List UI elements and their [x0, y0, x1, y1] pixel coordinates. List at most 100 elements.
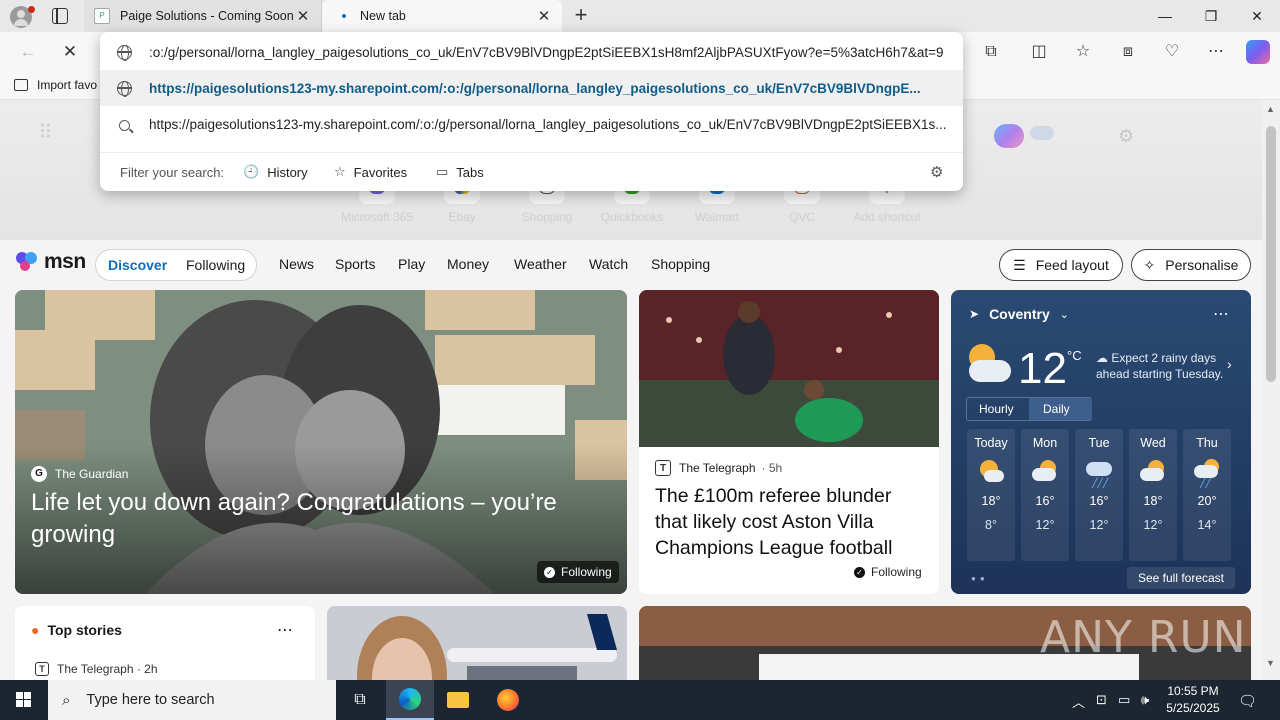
collections-icon[interactable]: ⧈: [1117, 41, 1139, 63]
network-icon[interactable]: ▭: [1118, 692, 1130, 708]
news-story-card[interactable]: T The Telegraph · 5h The £100m referee b…: [639, 290, 939, 594]
split-screen-icon[interactable]: ◫: [1028, 41, 1050, 63]
following-label: Following: [871, 565, 922, 579]
more-options-icon[interactable]: ⋯: [1213, 304, 1229, 324]
browser-essentials-icon[interactable]: ♡: [1161, 41, 1183, 63]
location-name: Coventry: [989, 306, 1050, 322]
tab-actions-icon[interactable]: [52, 8, 68, 24]
start-button[interactable]: [0, 680, 48, 720]
address-input-row[interactable]: :o:/g/personal/lorna_langley_paigesoluti…: [100, 34, 963, 70]
copilot-icon[interactable]: [1246, 40, 1270, 64]
tray-device-icon[interactable]: ⊡: [1096, 692, 1107, 708]
weather-location[interactable]: ➤ Coventry ⌄: [969, 306, 1069, 322]
copilot-badge-icon[interactable]: [994, 124, 1024, 148]
new-tab-button[interactable]: +: [570, 4, 592, 28]
firefox-icon: [497, 689, 519, 711]
check-icon: ✓: [854, 566, 865, 578]
partly-cloudy-icon: [1138, 456, 1168, 492]
day-low: 12°: [1035, 518, 1055, 532]
address-input[interactable]: :o:/g/personal/lorna_langley_paigesoluti…: [149, 45, 949, 60]
stop-loading-icon[interactable]: ✕: [58, 40, 82, 64]
nav-watch[interactable]: Watch: [589, 256, 628, 272]
page-settings-icon[interactable]: ⚙: [1118, 126, 1134, 147]
forecast-day-thu[interactable]: Thu ╱╱ 20° 14°: [1183, 429, 1231, 561]
filter-favorites[interactable]: ☆ Favorites: [334, 164, 407, 180]
tray-chevron-up-icon[interactable]: ︿: [1072, 692, 1085, 711]
app-launcher-icon[interactable]: ⠿: [38, 120, 53, 145]
nav-play[interactable]: Play: [398, 256, 425, 272]
tab-paige-solutions[interactable]: P Paige Solutions - Coming Soon ✕: [84, 0, 322, 32]
filter-tabs[interactable]: ▭ Tabs: [436, 164, 484, 180]
nav-weather[interactable]: Weather: [514, 256, 567, 272]
taskbar-clock[interactable]: 10:55 PM 5/25/2025: [1160, 683, 1226, 717]
hero-story-card[interactable]: G The Guardian Life let you down again? …: [15, 290, 627, 594]
tab-following[interactable]: Following: [186, 257, 245, 273]
address-bar-dropdown: :o:/g/personal/lorna_langley_paigesoluti…: [100, 32, 963, 191]
task-view-button[interactable]: ⧉: [336, 680, 384, 720]
back-arrow-icon[interactable]: ←: [16, 40, 40, 64]
volume-icon[interactable]: 🕪: [1141, 692, 1149, 708]
restore-button[interactable]: ❐: [1188, 0, 1234, 32]
page-scrollbar[interactable]: ▲ ▼: [1262, 100, 1280, 680]
taskbar-file-explorer[interactable]: [434, 680, 482, 720]
following-badge[interactable]: ✓ Following: [537, 561, 619, 583]
more-options-icon[interactable]: ⋯: [277, 620, 293, 640]
carousel-dots[interactable]: ●●: [971, 574, 989, 583]
scroll-thumb[interactable]: [1266, 126, 1276, 382]
taskbar-firefox[interactable]: [484, 680, 532, 720]
nav-news[interactable]: News: [279, 256, 314, 272]
import-favorites-link[interactable]: Import favo: [14, 78, 97, 92]
tab-discover[interactable]: Discover: [108, 257, 167, 273]
top-stories-title: Top stories: [47, 622, 122, 638]
msn-logo[interactable]: msn: [16, 250, 86, 274]
taskbar-search[interactable]: ⌕ Type here to search: [48, 680, 336, 720]
story-image-airport[interactable]: [327, 606, 627, 680]
toggle-hourly[interactable]: Hourly: [979, 402, 1014, 416]
news-headline[interactable]: The £100m referee blunder that likely co…: [655, 483, 927, 561]
close-tab-icon[interactable]: ✕: [295, 7, 311, 25]
hero-source[interactable]: G The Guardian: [31, 466, 128, 482]
title-bar: P Paige Solutions - Coming Soon ✕ New ta…: [0, 0, 1280, 32]
news-source[interactable]: T The Telegraph · 5h: [655, 460, 782, 476]
day-low: 12°: [1089, 518, 1109, 532]
gear-icon[interactable]: ⚙: [930, 163, 943, 181]
feed-layout-button[interactable]: ☰ Feed layout: [999, 249, 1123, 281]
extensions-icon[interactable]: ⧉: [980, 41, 1002, 63]
toggle-daily[interactable]: Daily: [1043, 402, 1070, 416]
nav-money[interactable]: Money: [447, 256, 489, 272]
scroll-down-arrow-icon[interactable]: ▼: [1266, 658, 1275, 668]
weather-summary[interactable]: ☁ Expect 2 rainy days ahead starting Tue…: [1096, 350, 1236, 382]
following-badge[interactable]: ✓ Following: [847, 561, 929, 583]
weather-card[interactable]: ➤ Coventry ⌄ ⋯ 12 °C ☁ Expect 2 rainy da…: [951, 290, 1251, 594]
suggestion-url[interactable]: https://paigesolutions123-my.sharepoint.…: [100, 70, 963, 106]
favorites-star-icon[interactable]: ☆: [1072, 41, 1094, 63]
tab-label: New tab: [360, 9, 406, 23]
tab-new-tab[interactable]: New tab ✕: [322, 0, 562, 32]
top-story-source[interactable]: T The Telegraph · 2h: [35, 662, 158, 676]
minimize-button[interactable]: —: [1142, 0, 1188, 32]
suggestion-search[interactable]: https://paigesolutions123-my.sharepoint.…: [100, 106, 963, 142]
filter-history[interactable]: 🕘 History: [243, 164, 308, 180]
top-stories-card[interactable]: ● Top stories ⋯ T The Telegraph · 2h: [15, 606, 315, 680]
edge-icon: [399, 688, 421, 710]
personalise-button[interactable]: ✧ Personalise: [1131, 249, 1251, 281]
close-tab-icon[interactable]: ✕: [536, 7, 552, 25]
temperature-unit[interactable]: °C: [1067, 348, 1082, 363]
notifications-icon[interactable]: 🗨: [1238, 692, 1257, 710]
forecast-day-today[interactable]: Today 18° 8°: [967, 429, 1015, 561]
rain-sun-icon: ╱╱: [1192, 456, 1222, 492]
taskbar-edge[interactable]: [386, 680, 434, 720]
chevron-right-icon[interactable]: ›: [1227, 356, 1232, 372]
settings-more-icon[interactable]: ⋯: [1205, 41, 1227, 63]
scroll-up-arrow-icon[interactable]: ▲: [1266, 104, 1275, 114]
forecast-day-wed[interactable]: Wed 18° 12°: [1129, 429, 1177, 561]
hero-headline[interactable]: Life let you down again? Congratulations…: [31, 487, 611, 551]
nav-shopping[interactable]: Shopping: [651, 256, 710, 272]
msn-butterfly-icon: [16, 250, 40, 274]
see-full-forecast-link[interactable]: See full forecast: [1127, 567, 1235, 589]
football-image: [639, 290, 939, 447]
forecast-day-mon[interactable]: Mon 16° 12°: [1021, 429, 1069, 561]
nav-sports[interactable]: Sports: [335, 256, 375, 272]
forecast-day-tue[interactable]: Tue ╱╱╱ 16° 12°: [1075, 429, 1123, 561]
close-window-button[interactable]: ✕: [1234, 0, 1280, 32]
